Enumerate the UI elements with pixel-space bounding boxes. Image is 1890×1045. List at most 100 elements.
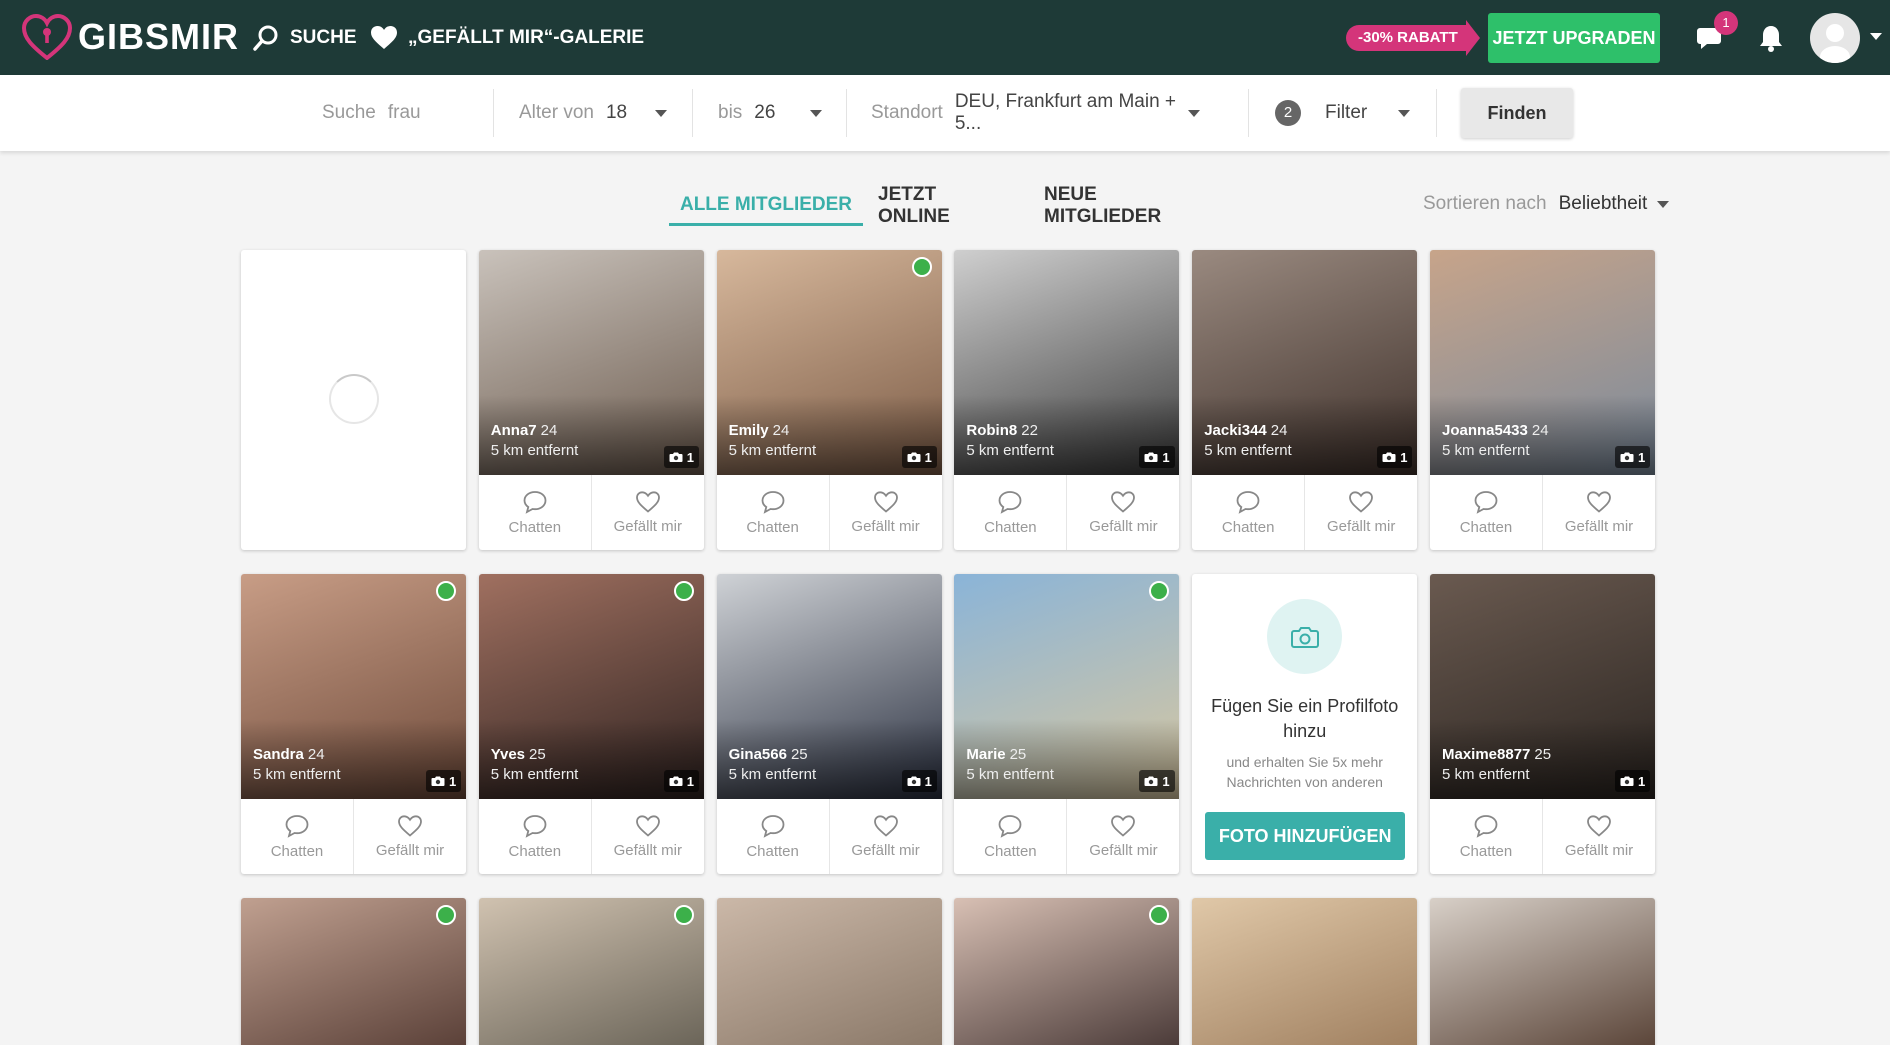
member-photo[interactable] [716,898,942,1045]
member-name-line: Maxime8877 25 [1442,746,1551,763]
camera-icon [907,452,921,462]
like-label: Gefällt mir [613,518,682,535]
like-button[interactable]: Gefällt mir [1066,475,1179,550]
tab-new-members[interactable]: Neue Mitglieder [1044,184,1212,227]
chat-button[interactable]: Chatten [241,799,353,874]
loading-spinner [329,374,379,424]
camera-icon [1620,776,1634,786]
like-button[interactable]: Gefällt mir [590,799,704,874]
card-actions: Chatten Gefällt mir [717,475,942,550]
member-photo[interactable]: Emily 24 5 km entfernt 1 [716,250,942,475]
search-query-field[interactable]: Suche frau [322,89,472,137]
camera-icon [669,452,683,462]
chevron-down-icon [1188,110,1200,117]
heart-outline-icon [1349,491,1374,513]
chat-button[interactable]: Chatten [954,475,1066,550]
member-photo[interactable]: Marie 25 5 km entfernt 1 [954,574,1180,799]
chat-button[interactable]: Chatten [1192,475,1304,550]
member-photo[interactable] [954,898,1180,1045]
discount-badge[interactable]: -30% RABATT [1346,20,1480,56]
card-actions: Chatten Gefällt mir [479,475,704,550]
member-name-line: Joanna5433 24 [1442,422,1549,439]
chat-label: Chatten [746,519,799,536]
age-to-select[interactable]: bis 26 [718,89,822,137]
tab-online-now[interactable]: Jetzt online [878,184,1013,227]
online-status-dot [673,581,694,601]
age-from-select[interactable]: Alter von 18 [519,89,667,137]
like-button[interactable]: Gefällt mir [1304,475,1417,550]
messages-button[interactable]: 1 [1696,11,1738,58]
tab-all-members[interactable]: Alle Mitglieder [669,186,863,226]
messages-count-badge: 1 [1714,11,1738,35]
nav-gallery-label: „Gefällt mir“-Galerie [408,27,645,48]
member-photo[interactable]: Joanna5433 24 5 km entfernt 1 [1429,250,1655,475]
filter-count-badge: 2 [1275,100,1301,126]
photo-count: 1 [1637,773,1646,789]
chat-button[interactable]: Chatten [1430,799,1542,874]
member-photo[interactable] [478,898,704,1045]
member-name-line: Marie 25 [966,746,1026,763]
member-name: Emily [728,422,769,439]
add-photo-camera-circle[interactable] [1267,599,1343,674]
member-card: Jacki344 24 5 km entfernt 1 Chatten Gefällt m… [1192,250,1418,550]
camera-icon [1144,452,1158,462]
like-button[interactable]: Gefällt mir [353,799,466,874]
member-photo[interactable]: Jacki344 24 5 km entfernt 1 [1192,250,1418,475]
like-button[interactable]: Gefällt mir [1541,475,1655,550]
location-select[interactable]: Standort DEU, Frankfurt am Main + 5... [871,89,1200,137]
member-photo[interactable]: Gina566 25 5 km entfernt 1 [716,574,942,799]
account-menu-caret[interactable] [1870,33,1882,40]
member-photo[interactable] [241,898,466,1045]
member-photo[interactable]: Maxime8877 25 5 km entfernt 1 [1429,574,1655,799]
sort-dropdown[interactable]: Sortieren nach Beliebtheit [1423,188,1670,220]
camera-icon [907,776,921,786]
member-photo[interactable]: Yves 25 5 km entfernt 1 [478,574,704,799]
like-button[interactable]: Gefällt mir [1066,799,1179,874]
camera-icon [669,776,683,786]
find-button[interactable]: Finden [1461,88,1573,138]
heart-icon [371,26,397,49]
photo-count-badge: 1 [1614,770,1651,792]
member-photo[interactable]: Robin8 22 5 km entfernt 1 [954,250,1180,475]
photo-count-badge: 1 [1139,770,1175,792]
add-photo-button[interactable]: Foto hinzufügen [1205,812,1406,860]
like-button[interactable]: Gefällt mir [590,475,704,550]
nav-search-link[interactable]: Suche [252,24,357,52]
filter-select[interactable]: 2 Filter [1275,89,1410,137]
member-name-line: Emily 24 [729,422,790,439]
chat-button[interactable]: Chatten [1430,475,1542,550]
logo[interactable]: GIBSMIR [22,12,239,62]
member-age: 25 [1009,746,1027,763]
member-card: Gina566 25 5 km entfernt 1 Chatten Gefällt mi… [716,574,942,874]
user-avatar[interactable] [1810,13,1860,63]
card-actions: Chatten Gefällt mir [241,799,466,874]
member-distance: 5 km entfernt [1204,442,1292,459]
member-name-line: Jacki344 24 [1204,422,1287,439]
camera-icon [1144,776,1158,786]
chat-bubble-icon [998,815,1022,838]
nav-gallery-link[interactable]: „Gefällt mir“-Galerie [370,24,644,52]
member-photo[interactable] [1429,898,1655,1045]
chat-button[interactable]: Chatten [954,799,1066,874]
member-distance: 5 km entfernt [966,442,1054,459]
sort-label: Sortieren nach [1423,193,1547,214]
card-actions: Chatten Gefällt mir [954,799,1179,874]
heart-logo-icon [22,14,72,60]
chat-bubble-icon [523,815,547,838]
member-photo[interactable]: Sandra 24 5 km entfernt 1 [241,574,466,799]
location-value: DEU, Frankfurt am Main + 5... [954,91,1177,134]
chat-button[interactable]: Chatten [717,799,829,874]
like-button[interactable]: Gefällt mir [828,475,942,550]
upgrade-button[interactable]: Jetzt upgraden [1488,13,1660,63]
photo-count-badge: 1 [901,770,937,792]
member-name: Yves [490,746,526,763]
member-photo[interactable] [1192,898,1418,1045]
chat-button[interactable]: Chatten [479,475,591,550]
chat-button[interactable]: Chatten [479,799,591,874]
member-age: 25 [529,746,546,763]
notifications-button[interactable] [1758,24,1784,57]
chat-button[interactable]: Chatten [717,475,829,550]
like-button[interactable]: Gefällt mir [828,799,942,874]
like-button[interactable]: Gefällt mir [1541,799,1655,874]
member-photo[interactable]: Anna7 24 5 km entfernt 1 [478,250,704,475]
